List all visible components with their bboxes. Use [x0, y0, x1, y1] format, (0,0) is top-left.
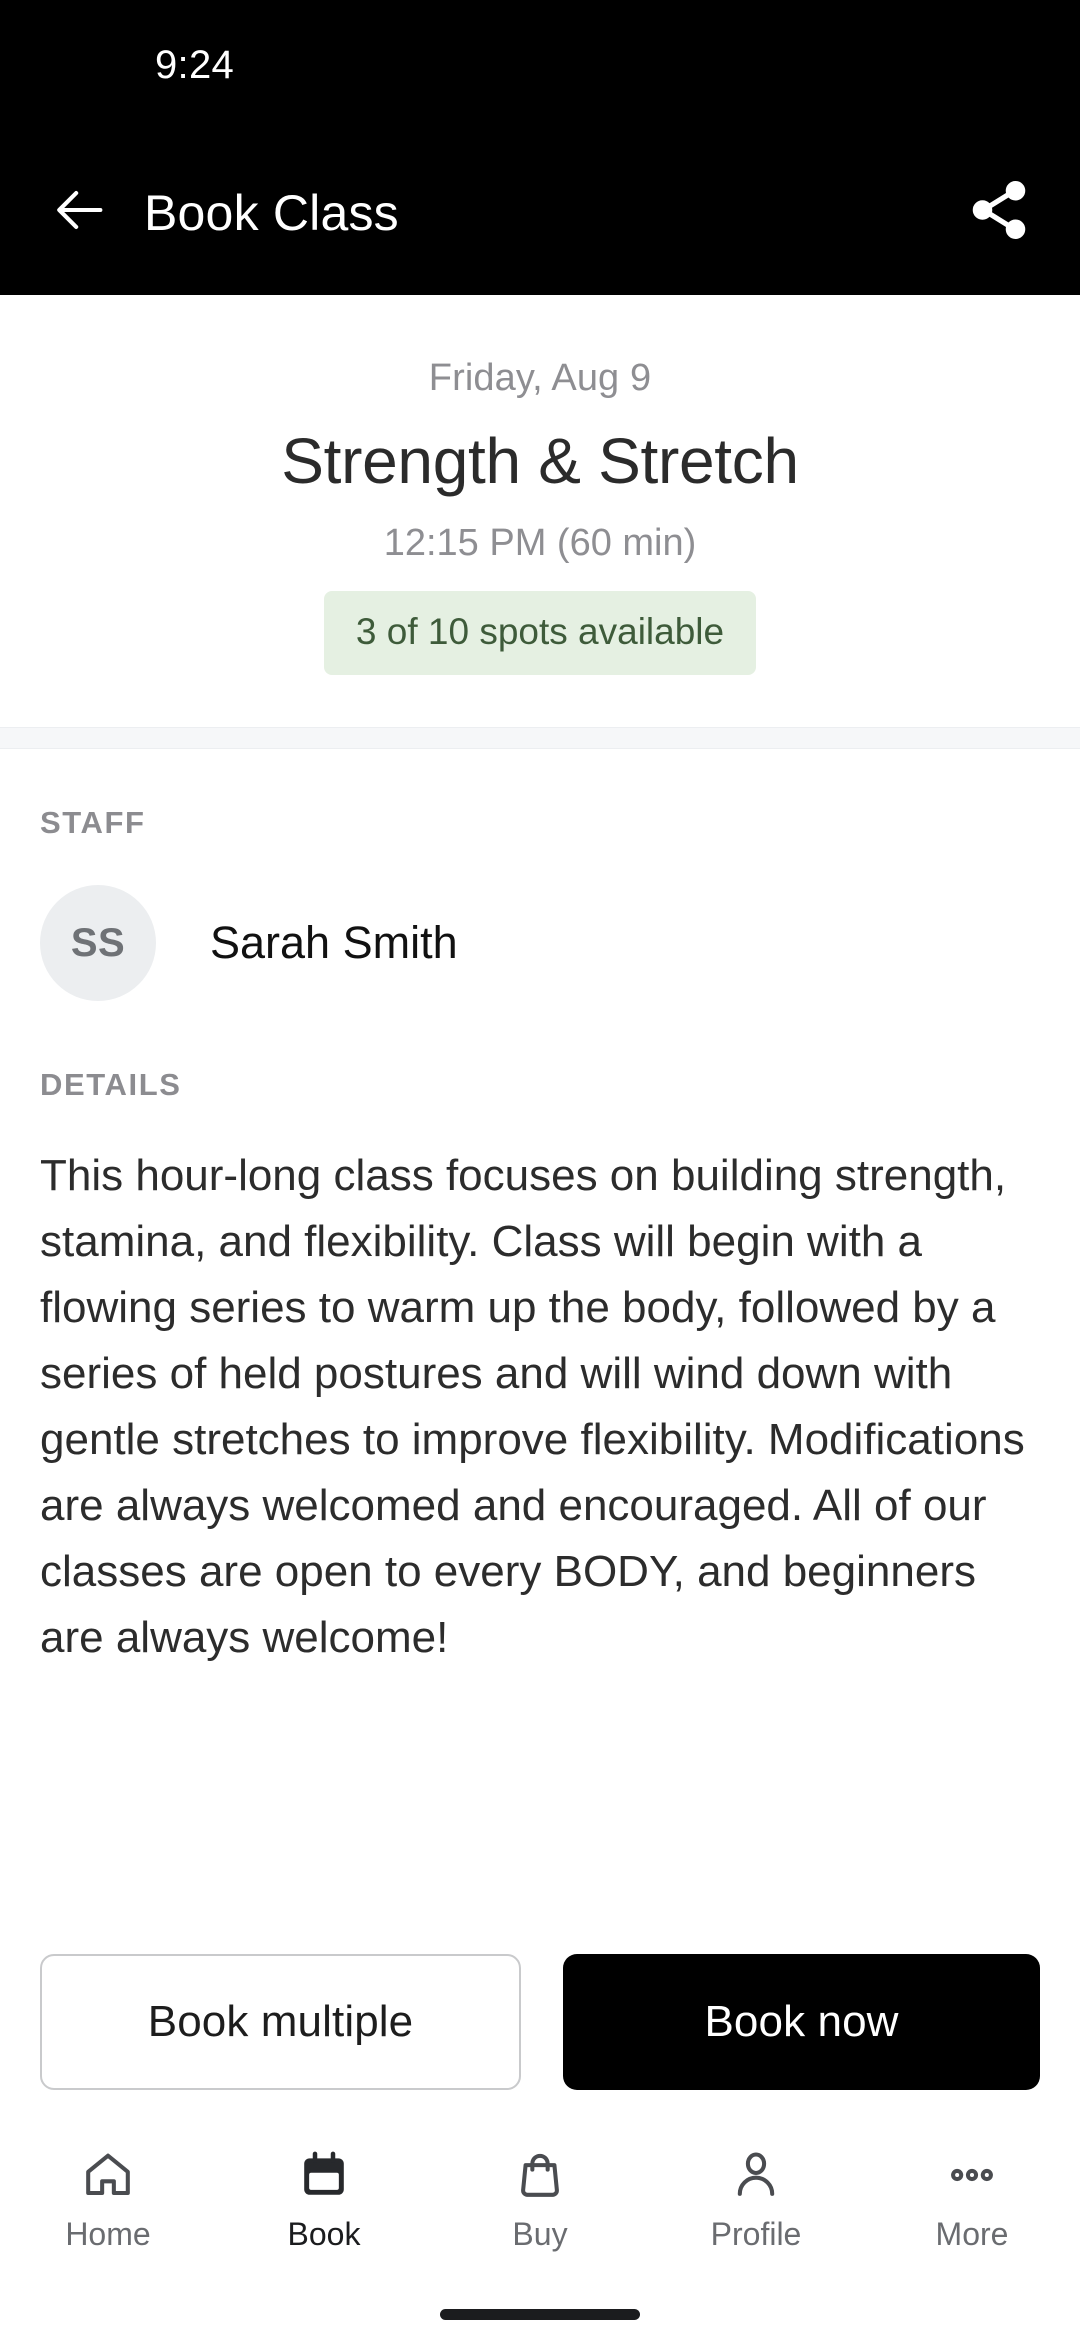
nav-label-profile: Profile [710, 2216, 802, 2252]
person-icon [729, 2146, 783, 2204]
home-indicator-area [0, 2288, 1080, 2340]
details-scroll-area[interactable]: STAFF SS Sarah Smith DETAILS This hour-l… [0, 749, 1080, 1926]
class-description: This hour-long class focuses on building… [40, 1151, 1025, 1662]
availability-badge-wrap: 3 of 10 spots available [40, 591, 1040, 675]
nav-label-buy: Buy [512, 2216, 568, 2252]
action-bar: Book multiple Book now [0, 1926, 1080, 2120]
back-button[interactable] [50, 182, 112, 244]
nav-item-book[interactable]: Book [216, 2146, 432, 2253]
nav-item-more[interactable]: More [864, 2146, 1080, 2253]
class-date: Friday, Aug 9 [428, 357, 652, 399]
class-name: Strength & Stretch [281, 425, 799, 497]
calendar-icon [297, 2146, 351, 2204]
nav-item-home[interactable]: Home [0, 2146, 216, 2253]
nav-label-book: Book [287, 2216, 361, 2252]
bag-icon [513, 2146, 567, 2204]
details-section-label: DETAILS [40, 1067, 182, 1102]
home-indicator[interactable] [440, 2308, 640, 2320]
share-icon [966, 177, 1032, 248]
page-title: Book Class [144, 184, 399, 241]
staff-section-label: STAFF [40, 805, 146, 840]
status-badge: 3 of 10 spots available [323, 591, 757, 675]
app-screen: 9:24 Book Class Friday, Aug 9 Strength &… [0, 0, 1080, 2340]
section-divider [0, 727, 1080, 749]
book-now-button[interactable]: Book now [563, 1954, 1040, 2090]
nav-label-home: Home [65, 2216, 151, 2252]
staff-row[interactable]: SS Sarah Smith [40, 885, 1040, 1001]
book-multiple-button[interactable]: Book multiple [40, 1954, 521, 2090]
avatar: SS [40, 885, 156, 1001]
nav-item-buy[interactable]: Buy [432, 2146, 648, 2253]
app-bar: Book Class [0, 130, 1080, 295]
share-button[interactable] [964, 178, 1034, 248]
status-bar-clock: 9:24 [155, 42, 235, 87]
home-icon [81, 2146, 135, 2204]
status-bar: 9:24 [0, 0, 1080, 130]
nav-item-profile[interactable]: Profile [648, 2146, 864, 2253]
bottom-navigation: Home Book Buy Profile More [0, 2120, 1080, 2288]
staff-name: Sarah Smith [210, 917, 458, 968]
nav-label-more: More [935, 2216, 1009, 2252]
ellipsis-icon [945, 2146, 999, 2204]
arrow-left-icon [52, 181, 110, 244]
class-summary: Friday, Aug 9 Strength & Stretch 12:15 P… [0, 295, 1080, 727]
class-time-duration: 12:15 PM (60 min) [383, 522, 697, 564]
